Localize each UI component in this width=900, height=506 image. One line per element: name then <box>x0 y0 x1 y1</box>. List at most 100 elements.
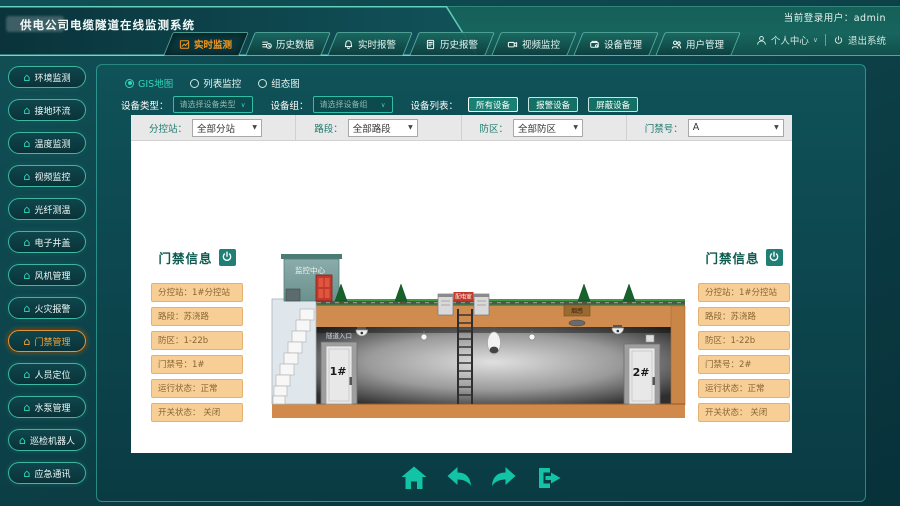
tab-label: 实时监测 <box>194 37 232 51</box>
tunnel-end-wall <box>671 306 685 405</box>
filter-substation: 分控站： 全部分站▼ <box>131 115 296 140</box>
power-room-label: 配电室 <box>455 293 472 301</box>
sidebar-item-label: 巡检机器人 <box>30 434 75 447</box>
defense-zone-value: 全部防区 <box>518 121 556 135</box>
door-number-value: A <box>693 122 700 133</box>
sidebar-item-label: 光纤测温 <box>34 203 70 216</box>
radio-icon <box>258 79 267 88</box>
sidebar-item-video-surveillance[interactable]: ⌂视频监控 <box>8 165 86 187</box>
tab-label: 用户管理 <box>686 37 724 51</box>
sidebar-item-label: 火灾报警 <box>34 302 70 315</box>
access-rows: 分控站：1#分控站 路段：苏浇路 防区：1-22b 门禁号：2# 运行状态：正常… <box>698 283 790 422</box>
sidebar-item-inspection-robot[interactable]: ⌂巡检机器人 <box>8 429 86 451</box>
sidebar-item-fiber-temperature[interactable]: ⌂光纤测温 <box>8 198 86 220</box>
logout-link[interactable]: 退出系统 <box>833 33 886 47</box>
building-door <box>316 275 332 301</box>
home-icon: ⌂ <box>24 204 31 215</box>
home-icon: ⌂ <box>24 468 31 479</box>
building-sign <box>286 289 300 301</box>
filter-label: 门禁号： <box>645 121 683 135</box>
sidebar-item-label: 门禁管理 <box>34 335 70 348</box>
filter-door-number: 门禁号： A▼ <box>627 115 792 140</box>
redo-arrow-icon <box>489 463 519 493</box>
radio-list-monitor[interactable]: 列表监控 <box>190 76 241 90</box>
forward-button[interactable] <box>489 463 519 493</box>
footer-nav <box>97 463 865 493</box>
door-power-button[interactable] <box>766 249 783 266</box>
video-monitor-icon <box>507 39 518 50</box>
door-power-button[interactable] <box>219 249 236 266</box>
device-type-value: 请选择设备类型 <box>180 99 236 110</box>
history-data-icon <box>261 39 272 50</box>
sidebar-item-access-control[interactable]: ⌂门禁管理 <box>8 330 86 352</box>
sidebar-item-temperature-monitoring[interactable]: ⌂温度监测 <box>8 132 86 154</box>
tunnel-entrance-label: 隧道入口 <box>326 331 352 340</box>
sidebar-item-environment-monitoring[interactable]: ⌂环境监测 <box>8 66 86 88</box>
tree <box>578 284 590 304</box>
defense-zone-select[interactable]: 全部防区▼ <box>513 119 583 137</box>
device-manage-icon <box>589 39 600 50</box>
tab-video-surveillance[interactable]: 视频监控 <box>491 32 577 56</box>
tunnel-diagram: 监控中心 <box>266 249 691 424</box>
road-section-select[interactable]: 全部路段▼ <box>348 119 418 137</box>
caret-down-icon: ▼ <box>252 124 257 131</box>
dome-camera-left <box>356 327 368 336</box>
tab-history-alarm[interactable]: 历史报警 <box>409 32 495 56</box>
sidebar-item-water-pump[interactable]: ⌂水泵管理 <box>8 396 86 418</box>
sidebar-item-grounding-current[interactable]: ⌂接地环流 <box>8 99 86 121</box>
sidebar-item-label: 应急通讯 <box>34 467 70 480</box>
sidebar-item-label: 温度监测 <box>34 137 70 150</box>
tab-history-data[interactable]: 历史数据 <box>245 32 331 56</box>
caret-down-icon: ▼ <box>774 124 779 131</box>
home-icon <box>399 463 429 493</box>
caret-down-icon: ▼ <box>408 124 413 131</box>
back-button[interactable] <box>444 463 474 493</box>
smoke-sensor-label: 烟感 <box>571 307 583 315</box>
device-type-select[interactable]: 请选择设备类型∨ <box>173 96 253 113</box>
tab-user-management[interactable]: 用户管理 <box>655 32 741 56</box>
sidebar-item-fan-management[interactable]: ⌂风机管理 <box>8 264 86 286</box>
profile-center-link[interactable]: 个人中心 ∨ <box>756 33 818 47</box>
sidebar-item-personnel-positioning[interactable]: ⌂人员定位 <box>8 363 86 385</box>
current-user-label: 当前登录用户：admin <box>756 10 886 24</box>
tab-realtime-monitoring[interactable]: 实时监测 <box>163 32 249 56</box>
divider <box>825 34 826 46</box>
radio-schematic-view[interactable]: 组态图 <box>258 76 300 90</box>
access-row-road: 路段：苏浇路 <box>698 307 790 326</box>
door-number-select[interactable]: A▼ <box>688 119 784 137</box>
filter-label: 分控站： <box>149 121 187 135</box>
tab-label: 设备管理 <box>604 37 642 51</box>
door2-sign <box>646 335 654 342</box>
sidebar-item-electronic-manhole[interactable]: ⌂电子井盖 <box>8 231 86 253</box>
exit-icon <box>534 463 564 493</box>
alarm-devices-button[interactable]: 报警设备 <box>528 97 578 112</box>
sidebar-item-label: 接地环流 <box>34 104 70 117</box>
home-icon: ⌂ <box>24 402 31 413</box>
home-icon: ⌂ <box>24 138 31 149</box>
main-nav-tabs: 实时监测 历史数据 实时报警 历史报警 视频监控 <box>168 32 736 56</box>
access-door-2[interactable]: 2# <box>624 335 660 404</box>
home-button[interactable] <box>399 463 429 493</box>
access-door-1[interactable]: 1# <box>321 342 357 404</box>
chevron-down-icon: ∨ <box>813 36 818 44</box>
exit-button[interactable] <box>534 463 564 493</box>
door-handle <box>653 377 656 385</box>
home-icon: ⌂ <box>24 336 31 347</box>
device-type-label: 设备类型： <box>121 98 169 112</box>
profile-center-label: 个人中心 <box>771 33 809 47</box>
user-area: 当前登录用户：admin 个人中心 ∨ 退出系统 <box>756 10 886 47</box>
device-toolbar: 设备类型： 请选择设备类型∨ 设备组： 请选择设备组∨ 设备列表： 所有设备 报… <box>97 96 865 113</box>
dome-camera-right <box>612 325 624 334</box>
undo-arrow-icon <box>444 463 474 493</box>
device-group-select[interactable]: 请选择设备组∨ <box>313 96 393 113</box>
shielded-devices-button[interactable]: 屏蔽设备 <box>588 97 638 112</box>
radio-gis-map[interactable]: GIS地图 <box>125 76 173 90</box>
power-icon <box>221 251 233 263</box>
all-devices-button[interactable]: 所有设备 <box>468 97 518 112</box>
sidebar-item-emergency-communication[interactable]: ⌂应急通讯 <box>8 462 86 484</box>
access-row-door-number: 门禁号：1# <box>151 355 243 374</box>
sidebar-item-fire-alarm[interactable]: ⌂火灾报警 <box>8 297 86 319</box>
tab-realtime-alarm[interactable]: 实时报警 <box>327 32 413 56</box>
tab-device-management[interactable]: 设备管理 <box>573 32 659 56</box>
substation-select[interactable]: 全部分站▼ <box>192 119 262 137</box>
